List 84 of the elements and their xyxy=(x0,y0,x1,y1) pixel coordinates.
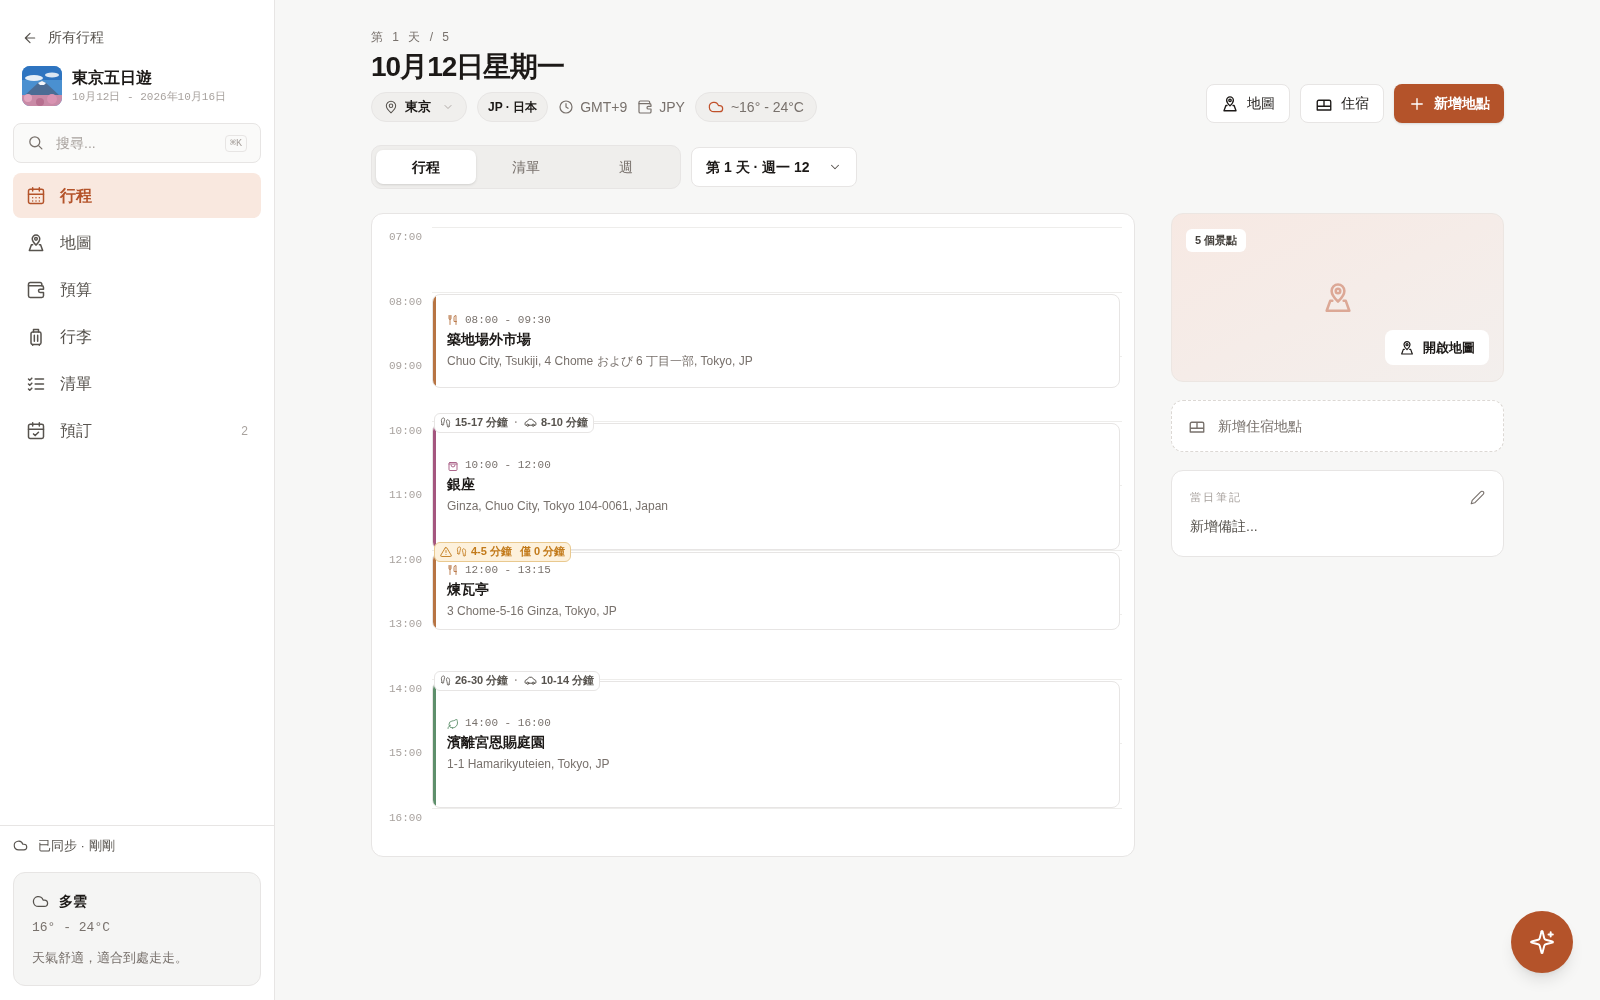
event-address: 1-1 Hamarikyuteien, Tokyo, JP xyxy=(447,755,611,773)
place-count: 5 個景點 xyxy=(1186,229,1247,252)
event-time: 12:00 - 13:15 xyxy=(465,563,551,579)
toolbar-button[interactable]: 地圖 xyxy=(1206,84,1290,123)
event-address: Ginza, Chuo City, Tokyo 104-0061, Japan xyxy=(447,497,670,515)
hour-label: 09:00 xyxy=(389,359,422,373)
event-name: 築地場外市場 xyxy=(447,329,532,349)
toolbar-button[interactable]: 住宿 xyxy=(1300,84,1384,123)
wallet-icon xyxy=(637,99,654,115)
warning-icon xyxy=(440,545,452,558)
footprints-icon xyxy=(440,675,451,686)
clock-icon xyxy=(558,99,575,115)
event-card[interactable]: 08:00 - 09:30 築地場外市場 Chuo City, Tsukiji, 4 Chome および 6 丁目一部, Tokyo, JP xyxy=(432,293,1120,389)
hour-label: 14:00 xyxy=(389,681,422,696)
hour-label: 07:00 xyxy=(389,230,422,244)
search-icon xyxy=(27,134,44,151)
day-title: 10月12日星期一 xyxy=(371,50,566,84)
cloud-icon xyxy=(13,837,28,853)
nav-item[interactable]: 預訂 2 xyxy=(13,408,261,453)
footprints-icon xyxy=(456,546,467,557)
add-lodging-button[interactable]: 新增住宿地點 xyxy=(1171,400,1504,452)
back-link[interactable]: 所有行程 xyxy=(22,27,252,48)
calendar-check-icon xyxy=(26,420,46,441)
open-map-button[interactable]: 開啟地圖 xyxy=(1385,330,1489,365)
nav-item[interactable]: 行程 xyxy=(13,173,261,218)
sparkles-icon xyxy=(1529,929,1555,955)
weather-note: 天氣舒適，適合到處走走。 xyxy=(32,948,189,967)
event-address: Chuo City, Tsukiji, 4 Chome および 6 丁目一部, Tokyo, JP xyxy=(447,352,754,370)
shortcut-key: ⌘K xyxy=(224,135,247,152)
footprints-icon xyxy=(440,417,451,428)
map-pin-icon xyxy=(1221,94,1239,113)
country-chip: JP · 日本 xyxy=(477,92,549,122)
hour-label: 12:00 xyxy=(389,552,422,567)
day-counter: 第 1 天 / 5 xyxy=(371,29,454,46)
event-name: 濱離宮恩賜庭園 xyxy=(447,732,546,752)
weather-condition: 多雲 xyxy=(59,892,87,911)
map-pin-icon xyxy=(26,232,46,253)
view-tab[interactable]: 行程 xyxy=(376,150,476,184)
day-select[interactable]: 第 1 天 · 週一 12 xyxy=(691,147,857,187)
event-time: 08:00 - 09:30 xyxy=(465,313,551,329)
map-pin-icon xyxy=(1399,339,1415,356)
nav-item[interactable]: 地圖 xyxy=(13,220,261,265)
notes-input[interactable]: 新增備註... xyxy=(1190,515,1485,537)
hour-label: 11:00 xyxy=(389,488,422,502)
weather-temperature: 16° - 24°C xyxy=(32,919,111,937)
car-icon xyxy=(523,674,537,687)
trip-dates: 10月12日 - 2026年10月16日 xyxy=(72,90,227,105)
cloud-icon xyxy=(707,99,724,115)
weather-chip: ~16° - 24°C xyxy=(694,92,817,122)
nav-item[interactable]: 行李 xyxy=(13,314,261,359)
currency: JPY xyxy=(659,97,685,117)
location-pin-icon xyxy=(384,100,398,114)
hour-label: 15:00 xyxy=(389,746,422,760)
location-dropdown[interactable]: 東京 xyxy=(371,92,467,122)
event-name: 煉瓦亭 xyxy=(447,579,490,599)
car-icon xyxy=(523,416,537,429)
calendar-icon xyxy=(26,185,46,206)
wallet-icon xyxy=(26,279,46,300)
utensils-icon xyxy=(447,564,459,577)
shopping-bag-icon xyxy=(447,459,459,472)
pencil-icon xyxy=(1470,489,1485,505)
trip-title: 東京五日遊 xyxy=(72,68,153,88)
hour-label: 10:00 xyxy=(389,423,422,438)
notes-label: 當日筆記 xyxy=(1190,490,1242,505)
view-tab[interactable]: 清單 xyxy=(476,150,576,184)
event-time: 14:00 - 16:00 xyxy=(465,716,551,732)
edit-button[interactable] xyxy=(1470,489,1485,505)
booking-count: 2 xyxy=(241,422,248,440)
nav-item[interactable]: 預算 xyxy=(13,267,261,312)
hour-label: 16:00 xyxy=(389,810,422,825)
cloud-icon xyxy=(32,893,49,910)
timezone: GMT+9 xyxy=(580,97,628,117)
view-tab[interactable]: 週 xyxy=(576,150,676,184)
event-time: 10:00 - 12:00 xyxy=(465,458,551,474)
event-address: 3 Chome-5-16 Ginza, Tokyo, JP xyxy=(447,602,618,620)
leaf-icon xyxy=(447,717,459,730)
sync-status: 已同步 · 剛剛 xyxy=(38,836,115,855)
nav-item[interactable]: 清單 xyxy=(13,361,261,406)
hour-label: 08:00 xyxy=(389,294,422,309)
assistant-button[interactable] xyxy=(1511,911,1573,973)
hour-label: 13:00 xyxy=(389,617,422,631)
utensils-icon xyxy=(447,314,459,327)
add-place-button[interactable]: 新增地點 xyxy=(1394,84,1504,123)
event-name: 銀座 xyxy=(447,474,476,494)
